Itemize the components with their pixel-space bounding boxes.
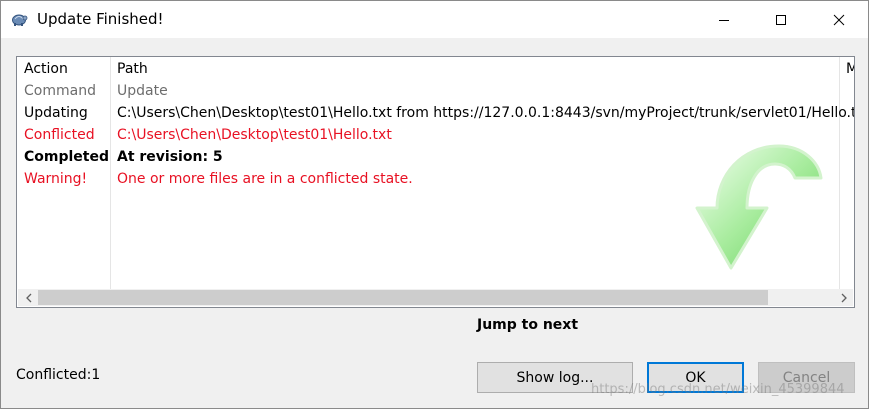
action-cell: Command: [24, 83, 96, 99]
column-header-m[interactable]: M: [846, 61, 854, 77]
chevron-left-icon: [25, 293, 31, 302]
title-bar[interactable]: Update Finished!: [1, 1, 868, 38]
action-cell: Updating: [24, 105, 88, 121]
horizontal-scrollbar[interactable]: [18, 289, 853, 306]
column-header-action[interactable]: Action: [24, 61, 68, 77]
jump-to-next-link[interactable]: Jump to next: [477, 317, 578, 333]
minimize-icon: [719, 19, 729, 21]
column-header-path[interactable]: Path: [117, 61, 148, 77]
path-cell: One or more files are in a conflicted st…: [117, 171, 413, 187]
list-item[interactable]: Updating C:\Users\Chen\Desktop\test01\He…: [17, 103, 854, 125]
path-cell: C:\Users\Chen\Desktop\test01\Hello.txt: [117, 127, 392, 143]
close-button[interactable]: [816, 1, 862, 38]
scroll-left-button[interactable]: [20, 289, 37, 306]
window-title: Update Finished!: [37, 10, 164, 28]
path-cell: Update: [117, 83, 168, 99]
list-header: Action Path M: [17, 57, 854, 81]
list-item[interactable]: Command Update: [17, 81, 854, 103]
chevron-right-icon: [841, 293, 847, 302]
cancel-button[interactable]: Cancel: [758, 362, 855, 393]
status-conflicted-count: Conflicted:1: [16, 367, 101, 383]
scroll-right-button[interactable]: [835, 289, 852, 306]
maximize-icon: [776, 14, 786, 25]
scrollbar-thumb[interactable]: [38, 290, 768, 305]
tortoise-icon: [10, 10, 28, 28]
minimize-button[interactable]: [701, 1, 747, 38]
path-cell: At revision: 5: [117, 149, 223, 165]
action-cell: Warning!: [24, 171, 88, 187]
action-cell: Completed: [24, 149, 110, 165]
close-icon: [833, 14, 845, 25]
ok-button[interactable]: OK: [647, 362, 744, 393]
update-finished-dialog: Update Finished! Action Path M Command U…: [0, 0, 869, 409]
show-log-button[interactable]: Show log...: [477, 362, 633, 393]
path-cell: C:\Users\Chen\Desktop\test01\Hello.txt f…: [117, 105, 855, 121]
maximize-button[interactable]: [758, 1, 804, 38]
update-arrow-icon: [695, 144, 823, 270]
action-cell: Conflicted: [24, 127, 95, 143]
